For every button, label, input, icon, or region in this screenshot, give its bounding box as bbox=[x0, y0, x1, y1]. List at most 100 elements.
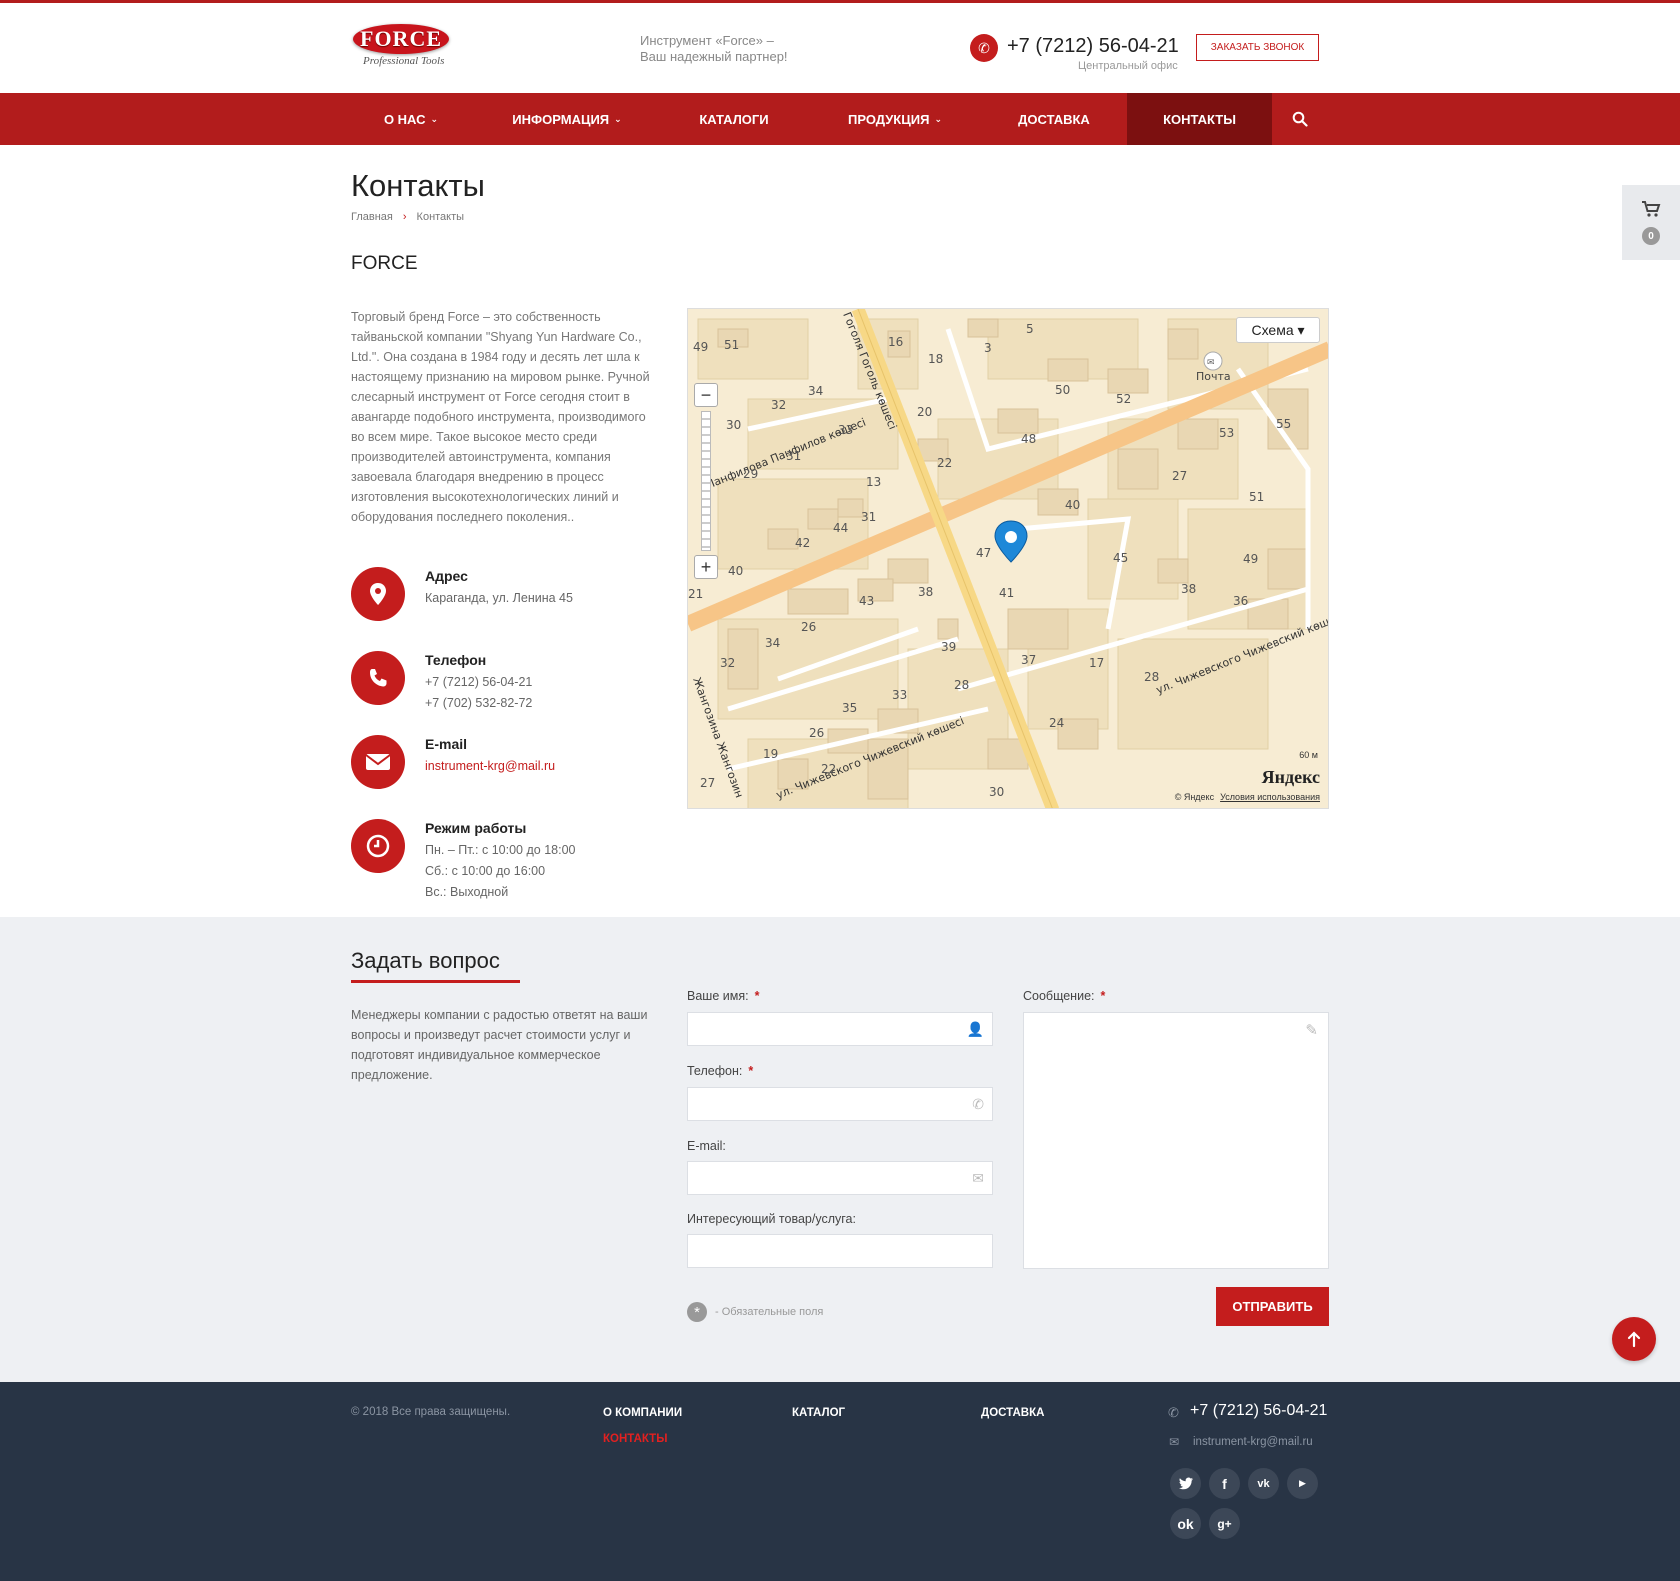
asterisk-icon: * bbox=[687, 1302, 707, 1322]
email-field[interactable]: ✉ bbox=[687, 1161, 993, 1195]
email-link[interactable]: instrument-krg@mail.ru bbox=[425, 759, 555, 773]
google-plus-icon[interactable]: g+ bbox=[1209, 1508, 1240, 1539]
footer-phone[interactable]: +7 (7212) 56-04-21 bbox=[1190, 1402, 1327, 1420]
house-number: 36 bbox=[1233, 594, 1248, 608]
map-type-select[interactable]: Схема ▾ bbox=[1236, 317, 1320, 343]
house-number: 33 bbox=[892, 688, 907, 702]
house-number: 49 bbox=[1243, 552, 1258, 566]
location-marker-icon[interactable] bbox=[994, 520, 1028, 563]
force-logo[interactable]: FORCE Professional Tools bbox=[351, 21, 451, 75]
nav-label: КАТАЛОГИ bbox=[699, 111, 769, 127]
house-number: 32 bbox=[771, 398, 786, 412]
hours-sunday: Вс.: Выходной bbox=[425, 885, 509, 899]
envelope-icon bbox=[351, 735, 405, 789]
house-number: 16 bbox=[888, 335, 903, 349]
phone-icon: ✆ bbox=[970, 34, 998, 62]
house-number: 32 bbox=[720, 656, 735, 670]
hours-saturday: Сб.: с 10:00 до 16:00 bbox=[425, 864, 546, 878]
post-office-glyph: ✉ bbox=[1207, 357, 1215, 367]
house-number: 39 bbox=[941, 640, 956, 654]
chevron-down-icon: ⌄ bbox=[934, 113, 942, 124]
vk-icon[interactable]: vk bbox=[1248, 1468, 1279, 1499]
house-number: 33 bbox=[838, 423, 853, 437]
house-number: 34 bbox=[765, 636, 780, 650]
footer-copyright: © 2018 Все права защищены. bbox=[351, 1406, 511, 1418]
nav-label: ПРОДУКЦИЯ bbox=[848, 111, 930, 127]
house-number: 27 bbox=[1172, 469, 1187, 483]
contact-address: Адрес Караганда, ул. Ленина 45 bbox=[351, 567, 641, 627]
chevron-down-icon: ⌄ bbox=[614, 113, 622, 124]
zoom-slider[interactable] bbox=[701, 411, 711, 551]
nav-item-delivery[interactable]: ДОСТАВКА bbox=[984, 93, 1124, 145]
arrow-up-icon bbox=[1627, 1331, 1641, 1348]
map-pin-icon bbox=[351, 567, 405, 621]
phone-value-1[interactable]: +7 (7212) 56-04-21 bbox=[425, 675, 532, 689]
house-number: 35 bbox=[842, 701, 857, 715]
copyright-text: © Яндекс bbox=[1174, 792, 1215, 802]
zoom-control: − + bbox=[694, 383, 718, 583]
scroll-top-button[interactable] bbox=[1612, 1317, 1656, 1361]
map-copyright: © Яндекс Условия использования bbox=[1175, 792, 1320, 802]
footer-link-contacts[interactable]: КОНТАКТЫ bbox=[603, 1433, 667, 1445]
cart-widget[interactable]: 0 bbox=[1622, 185, 1680, 260]
youtube-icon[interactable]: ▶ bbox=[1287, 1468, 1318, 1499]
message-label: Сообщение: * bbox=[1023, 989, 1105, 1003]
footer-link-about[interactable]: О КОМПАНИИ bbox=[603, 1407, 682, 1419]
nav-label: ДОСТАВКА bbox=[1018, 111, 1090, 127]
contact-title: Телефон bbox=[425, 652, 487, 668]
user-icon: 👤 bbox=[966, 1021, 984, 1037]
terms-link[interactable]: Условия использования bbox=[1220, 792, 1320, 802]
yandex-logo[interactable]: Яндекс bbox=[1262, 767, 1320, 788]
nav-item-contacts[interactable]: КОНТАКТЫ bbox=[1127, 93, 1272, 145]
product-label: Интересующий товар/услуга: bbox=[687, 1212, 856, 1226]
slogan: Инструмент «Force» – Ваш надежный партне… bbox=[640, 33, 788, 65]
section-description: Менеджеры компании с радостью ответят на… bbox=[351, 1008, 648, 1082]
yandex-map[interactable]: Гоголя Гоголь көшесі Панфилова Панфилов … bbox=[687, 308, 1329, 809]
contact-phone: Телефон +7 (7212) 56-04-21 +7 (702) 532-… bbox=[351, 651, 641, 731]
slogan-line-2: Ваш надежный партнер! bbox=[640, 49, 788, 64]
submit-button[interactable]: ОТПРАВИТЬ bbox=[1216, 1287, 1329, 1326]
name-field[interactable]: 👤 bbox=[687, 1012, 993, 1046]
breadcrumb-home[interactable]: Главная bbox=[351, 211, 393, 223]
chevron-down-icon: ⌄ bbox=[430, 113, 439, 124]
footer-link-catalog[interactable]: КАТАЛОГ bbox=[792, 1407, 845, 1419]
breadcrumb-current: Контакты bbox=[416, 211, 465, 223]
zoom-out-button[interactable]: − bbox=[694, 383, 718, 407]
nav-item-about[interactable]: О НАС ⌄ bbox=[351, 93, 471, 145]
map-canvas[interactable]: Гоголя Гоголь көшесі Панфилова Панфилов … bbox=[688, 309, 1329, 809]
header-phone[interactable]: +7 (7212) 56-04-21 bbox=[1007, 35, 1179, 58]
cart-count-badge: 0 bbox=[1642, 227, 1660, 245]
required-mark: * bbox=[1100, 989, 1106, 1003]
breadcrumb-separator-icon: › bbox=[402, 211, 407, 223]
required-note-text: - Обязательные поля bbox=[715, 1306, 824, 1318]
main-nav: О НАС ⌄ ИНФОРМАЦИЯ ⌄ КАТАЛОГИ ПРОДУКЦИЯ ⌄ Д… bbox=[0, 93, 1680, 145]
phone-icon: ✆ bbox=[972, 1096, 984, 1112]
envelope-icon: ✉ bbox=[1169, 1435, 1180, 1449]
phone-label: Телефон: * bbox=[687, 1064, 753, 1078]
zoom-in-button[interactable]: + bbox=[694, 555, 718, 579]
footer-link-delivery[interactable]: ДОСТАВКА bbox=[981, 1407, 1044, 1419]
page-title: Контакты bbox=[351, 168, 485, 203]
house-number: 42 bbox=[795, 536, 810, 550]
office-label: Центральный офис bbox=[1078, 60, 1178, 72]
contact-title: Режим работы bbox=[425, 820, 527, 836]
phone-field[interactable]: ✆ bbox=[687, 1087, 993, 1121]
odnoklassniki-icon[interactable]: ok bbox=[1170, 1508, 1201, 1539]
message-textarea[interactable]: ✎ bbox=[1023, 1012, 1329, 1269]
nav-item-info[interactable]: ИНФОРМАЦИЯ ⌄ bbox=[492, 93, 642, 145]
footer-email[interactable]: instrument-krg@mail.ru bbox=[1193, 1436, 1313, 1448]
facebook-icon[interactable]: f bbox=[1209, 1468, 1240, 1499]
phone-value-2[interactable]: +7 (702) 532-82-72 bbox=[425, 696, 532, 710]
product-field[interactable] bbox=[687, 1234, 993, 1268]
house-number: 3 bbox=[984, 341, 992, 355]
house-number: 43 bbox=[859, 594, 874, 608]
nav-item-products[interactable]: ПРОДУКЦИЯ ⌄ bbox=[822, 93, 968, 145]
order-call-button[interactable]: ЗАКАЗАТЬ ЗВОНОК bbox=[1196, 34, 1319, 61]
house-number: 53 bbox=[1219, 426, 1234, 440]
house-number: 22 bbox=[937, 456, 952, 470]
search-icon[interactable] bbox=[1280, 93, 1320, 145]
twitter-icon[interactable] bbox=[1170, 1468, 1201, 1499]
nav-item-catalogs[interactable]: КАТАЛОГИ bbox=[664, 93, 804, 145]
question-section bbox=[0, 917, 1680, 1382]
contact-hours: Режим работы Пн. – Пт.: с 10:00 до 18:00… bbox=[351, 819, 641, 909]
